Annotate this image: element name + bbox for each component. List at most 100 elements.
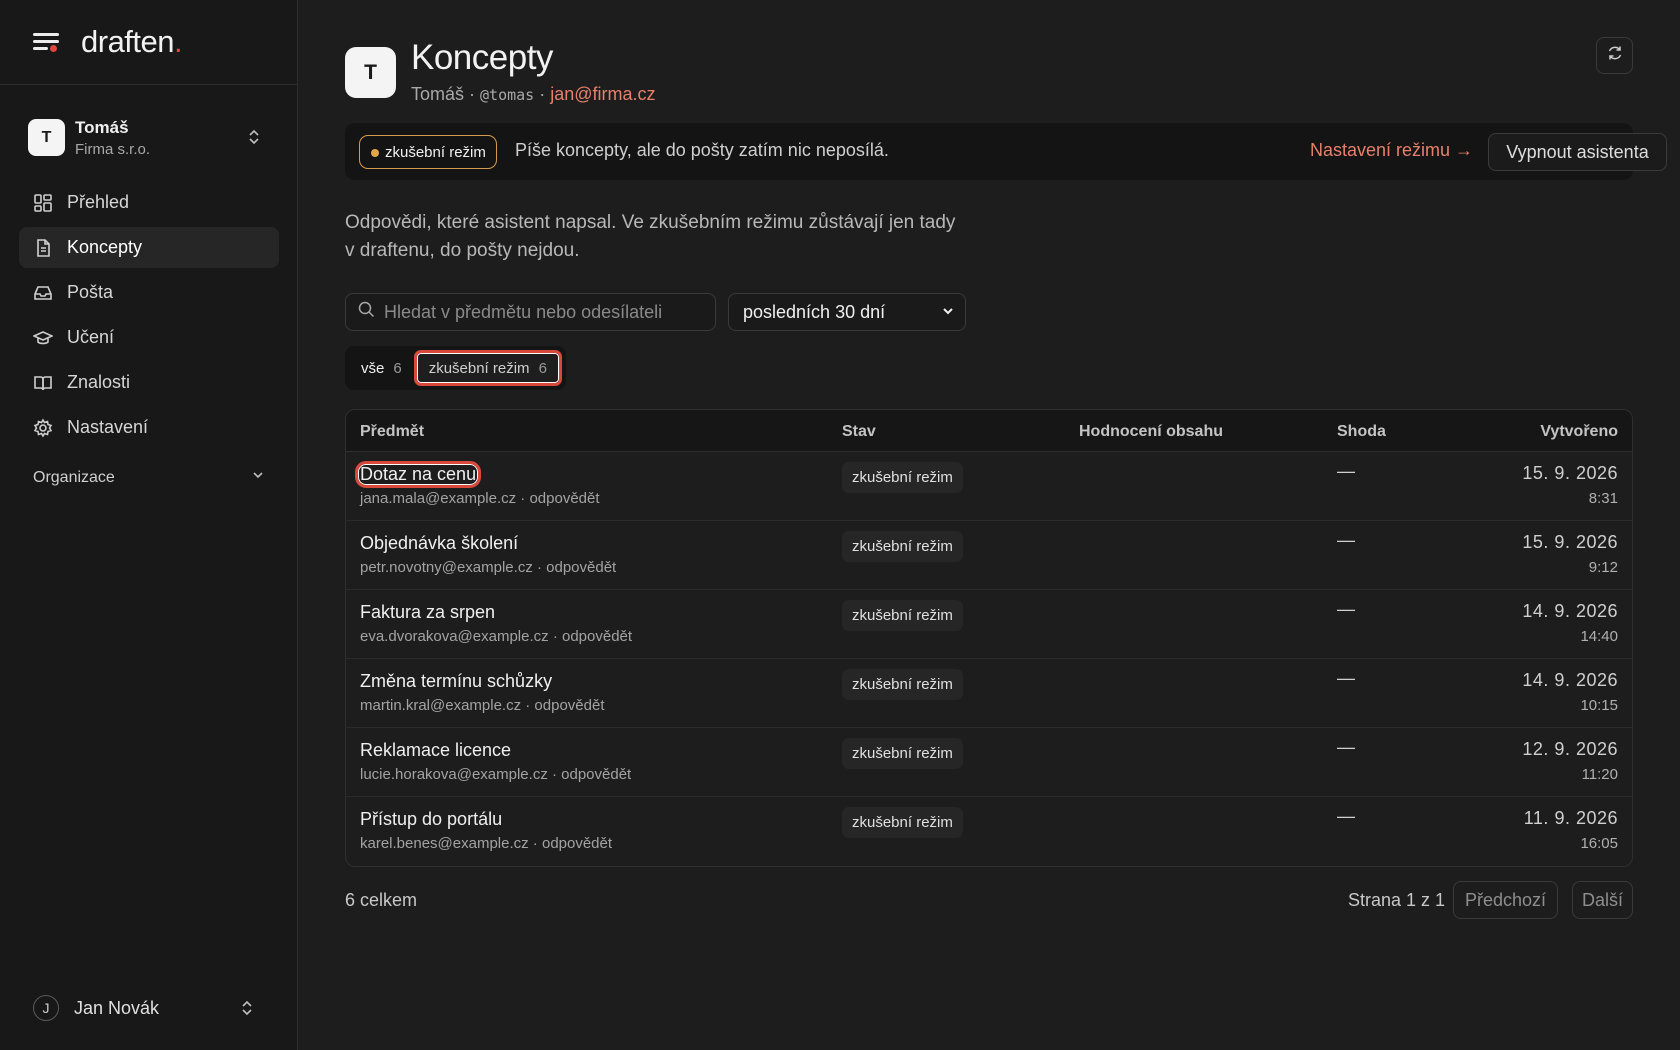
tab-trial-mode[interactable]: zkušební režim 6 <box>413 350 562 386</box>
book-icon <box>33 373 53 393</box>
next-page-button[interactable]: Další <box>1572 881 1633 919</box>
mode-banner: zkušební režim Píše koncepty, ale do poš… <box>345 123 1667 180</box>
row-time: 11:20 <box>1581 766 1618 783</box>
user-menu[interactable]: J Jan Novák <box>33 994 265 1022</box>
tab-count: 6 <box>538 359 547 377</box>
table-row[interactable]: Faktura za srpen eva.dvorakova@example.c… <box>346 590 1632 659</box>
row-meta: lucie.horakova@example.cz · odpovědět <box>360 766 632 783</box>
table-row[interactable]: Objednávka školení petr.novotny@example.… <box>346 521 1632 590</box>
mode-badge-label: zkušební režim <box>385 143 486 161</box>
row-subject[interactable]: Přístup do portálu <box>360 809 502 830</box>
nav-item-prehled[interactable]: Přehled <box>19 182 279 223</box>
chevron-up-down-icon <box>248 128 260 146</box>
row-date: 15. 9. 2026 <box>1522 463 1618 483</box>
column-header-subject[interactable]: Předmět <box>360 423 424 441</box>
page-avatar: T <box>345 47 396 98</box>
page-info: Strana 1 z 1 <box>1348 890 1446 910</box>
subtitle-separator: · <box>534 84 551 104</box>
grid-icon <box>33 193 53 213</box>
mode-settings-link[interactable]: Nastavení režimu → <box>1310 140 1473 161</box>
row-subject[interactable]: Objednávka školení <box>360 533 518 554</box>
refresh-icon <box>1606 44 1624 67</box>
table-row[interactable]: Změna termínu schůzky martin.kral@exampl… <box>346 659 1632 728</box>
nav-item-label: Znalosti <box>67 372 131 392</box>
table-header: Předmět Stav Hodnocení obsahu Shoda Vytv… <box>346 410 1632 452</box>
column-header-created[interactable]: Vytvořeno <box>1540 423 1618 441</box>
account-name: Tomáš <box>75 117 129 137</box>
table-row[interactable]: Dotaz na cenu jana.mala@example.cz · odp… <box>346 452 1632 521</box>
chevron-down-icon <box>251 468 265 487</box>
main-content: T Koncepty Tomáš · @tomas · jan@firma.cz… <box>298 0 1680 1050</box>
row-time: 10:15 <box>1580 697 1618 714</box>
row-subject[interactable]: Reklamace licence <box>360 740 511 761</box>
row-time: 16:05 <box>1580 835 1618 852</box>
user-name: Jan Novák <box>74 997 160 1018</box>
nav-item-label: Učení <box>67 327 115 347</box>
subtitle-email[interactable]: jan@firma.cz <box>550 84 655 104</box>
status-badge: zkušební režim <box>842 600 963 631</box>
nav-item-uceni[interactable]: Učení <box>19 317 279 358</box>
row-match: — <box>1337 461 1355 481</box>
row-match: — <box>1337 599 1355 619</box>
subtitle-name: Tomáš · <box>411 84 481 104</box>
organization-label: Organizace <box>33 468 115 486</box>
chevron-down-icon <box>941 302 955 323</box>
column-header-rating[interactable]: Hodnocení obsahu <box>1079 423 1223 441</box>
row-time: 14:40 <box>1580 628 1618 645</box>
row-subject[interactable]: Změna termínu schůzky <box>360 671 552 692</box>
tab-count: 6 <box>393 359 402 377</box>
organization-toggle[interactable]: Organizace <box>33 468 265 487</box>
subtitle-handle: @tomas <box>480 86 535 104</box>
mode-badge: zkušební režim <box>359 135 497 169</box>
table-row[interactable]: Přístup do portálu karel.benes@example.c… <box>346 797 1632 866</box>
row-match: — <box>1337 668 1355 688</box>
status-badge: zkušební režim <box>842 669 963 700</box>
column-header-status[interactable]: Stav <box>842 423 876 441</box>
nav-item-nastaveni[interactable]: Nastavení <box>19 407 279 448</box>
row-match: — <box>1337 806 1355 826</box>
row-meta: jana.mala@example.cz · odpovědět <box>360 490 600 507</box>
row-meta: martin.kral@example.cz · odpovědět <box>360 697 605 714</box>
previous-page-button[interactable]: Předchozí <box>1453 881 1558 919</box>
row-subject[interactable]: Faktura za srpen <box>360 602 495 623</box>
tab-all[interactable]: vše 6 <box>349 350 414 386</box>
nav-item-znalosti[interactable]: Znalosti <box>19 362 279 403</box>
page-title: Koncepty <box>411 38 553 77</box>
row-date: 14. 9. 2026 <box>1522 670 1618 690</box>
page-description: Odpovědi, které asistent napsal. Ve zkuš… <box>345 212 956 261</box>
page-subtitle: Tomáš · @tomas · jan@firma.cz <box>411 84 656 105</box>
tab-label: vše <box>361 359 385 377</box>
nav-item-posta[interactable]: Pošta <box>19 272 279 313</box>
row-subject[interactable]: Dotaz na cenu <box>354 461 482 488</box>
nav-item-label: Pošta <box>67 282 114 302</box>
column-header-match[interactable]: Shoda <box>1337 423 1386 441</box>
row-time: 9:12 <box>1588 559 1618 576</box>
menu-icon[interactable] <box>33 31 59 53</box>
tab-label: zkušební režim <box>428 359 530 377</box>
row-meta: petr.novotny@example.cz · odpovědět <box>360 559 617 576</box>
search-box[interactable] <box>345 293 716 331</box>
row-meta: eva.dvorakova@example.cz · odpovědět <box>360 628 633 645</box>
search-input[interactable] <box>384 301 704 323</box>
row-meta: karel.benes@example.cz · odpovědět <box>360 835 613 852</box>
account-switcher[interactable]: T Tomáš Firma s.r.o. <box>28 115 268 160</box>
row-time: 8:31 <box>1588 490 1618 507</box>
logo[interactable]: draften. <box>81 24 183 60</box>
table-row[interactable]: Reklamace licence lucie.horakova@example… <box>346 728 1632 797</box>
status-badge: zkušební režim <box>842 462 963 493</box>
banner-text: Píše koncepty, ale do pošty zatím nic ne… <box>515 140 889 160</box>
refresh-button[interactable] <box>1596 37 1633 74</box>
nav-item-koncepty[interactable]: Koncepty <box>19 227 279 268</box>
nav-item-label: Přehled <box>67 192 130 212</box>
period-select[interactable]: posledních 30 dní <box>728 293 966 331</box>
nav-item-label: Nastavení <box>67 417 149 437</box>
document-icon <box>33 238 53 258</box>
row-match: — <box>1337 737 1355 757</box>
account-avatar: T <box>28 119 65 156</box>
row-match: — <box>1337 530 1355 550</box>
graduation-cap-icon <box>33 328 53 348</box>
main-nav: Přehled Koncepty Pošta Učení Znalosti Na… <box>19 182 279 452</box>
disable-assistant-button[interactable]: Vypnout asistenta <box>1488 133 1667 171</box>
filter-tabs: vše 6 zkušební režim 6 <box>345 346 566 390</box>
status-badge: zkušební režim <box>842 531 963 562</box>
